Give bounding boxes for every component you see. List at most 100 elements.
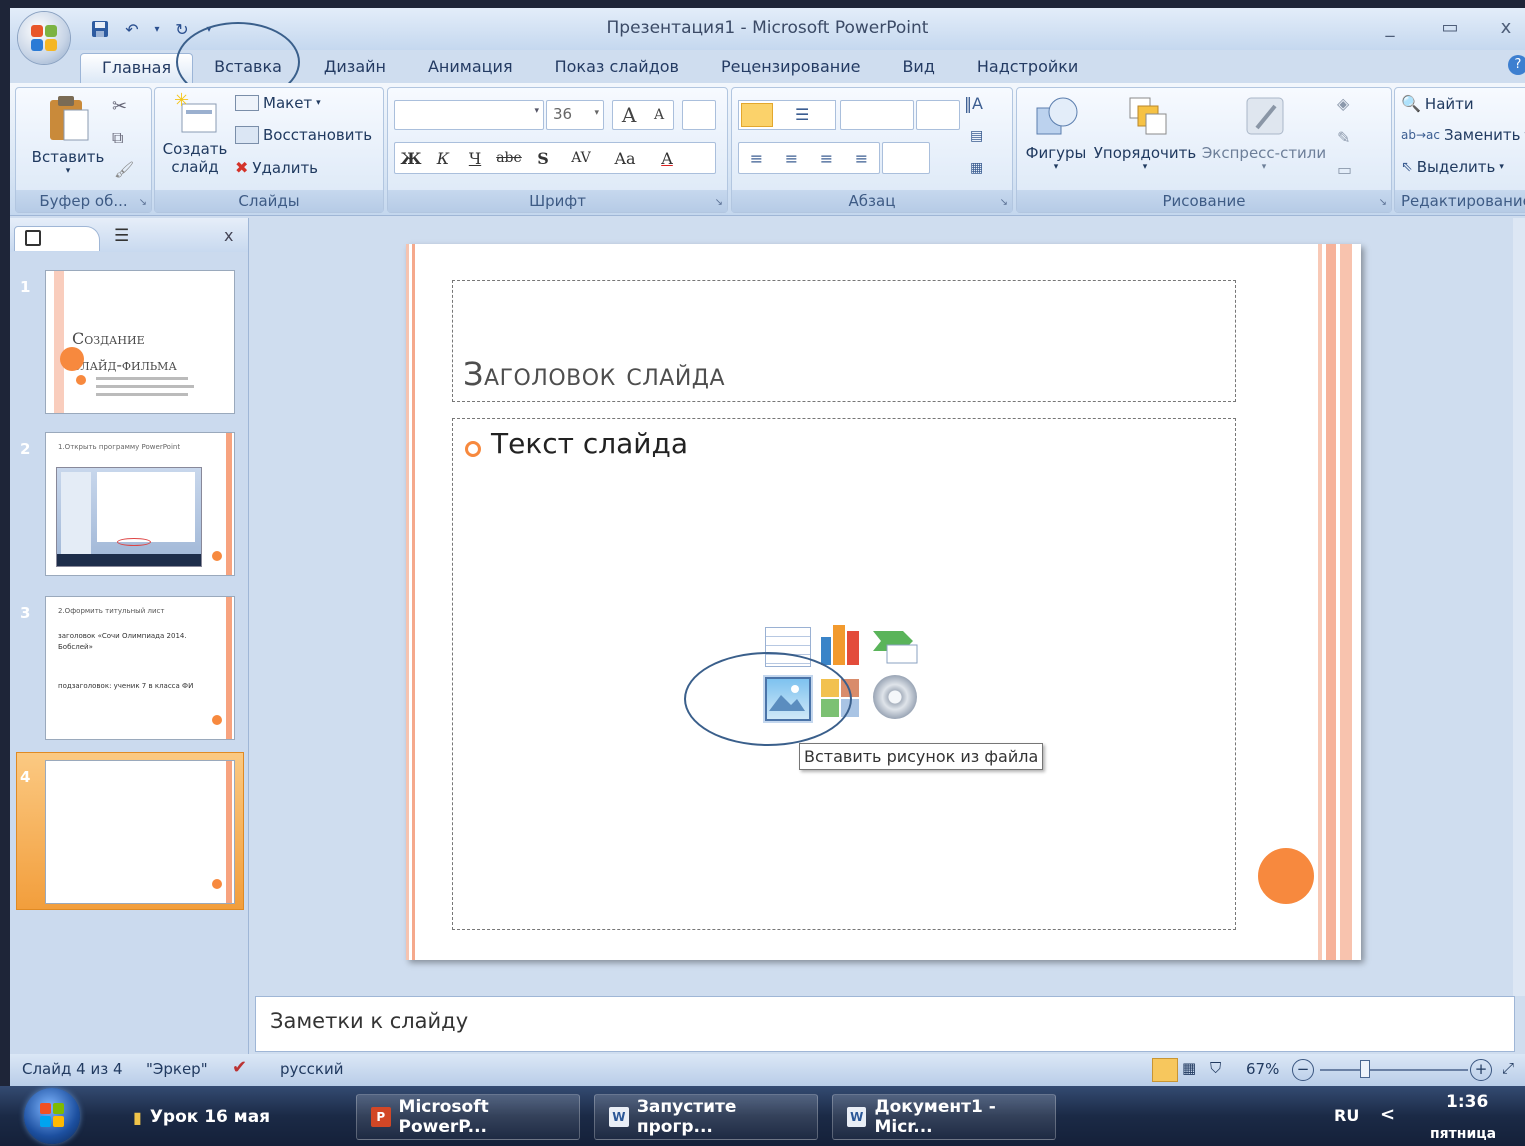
insert-chart-icon[interactable] <box>819 621 865 665</box>
shapes-button[interactable]: Фигуры ▾ <box>1021 94 1091 172</box>
undo-icon[interactable]: ↶ <box>120 18 144 40</box>
insert-media-clip-icon[interactable] <box>873 675 917 719</box>
tab-animation[interactable]: Анимация <box>407 53 534 83</box>
select-button[interactable]: ⇖ Выделить ▾ <box>1401 158 1504 176</box>
clock-day[interactable]: пятница <box>1430 1126 1496 1142</box>
vertical-scrollbar[interactable] <box>1513 218 1525 996</box>
close-pane-icon[interactable]: x <box>224 226 233 245</box>
slide-sorter-icon[interactable]: ▦ <box>1182 1059 1196 1077</box>
tab-review[interactable]: Рецензирование <box>700 53 881 83</box>
spell-check-icon[interactable]: ✔ <box>232 1057 247 1078</box>
tab-slide-show[interactable]: Показ слайдов <box>534 53 700 83</box>
paste-dropdown-icon: ▾ <box>65 166 71 176</box>
save-icon[interactable] <box>88 18 112 40</box>
paragraph-launcher-icon[interactable]: ↘ <box>1000 197 1008 208</box>
delete-slide-button[interactable]: ✖ Удалить <box>235 158 318 177</box>
char-spacing-button[interactable]: AV <box>559 150 603 166</box>
slide-thumbnail-2[interactable]: 1.Открыть программу PowerPoint <box>45 432 235 576</box>
paste-button[interactable]: Вставить ▾ <box>28 92 108 176</box>
clock-time[interactable]: 1:36 <box>1446 1092 1488 1112</box>
taskbar-item-word-1[interactable]: W Запустите прогр... <box>594 1094 818 1140</box>
indent-buttons[interactable] <box>840 100 914 130</box>
slide-thumbnail-3[interactable]: 2.Оформить титульный лист заголовок «Соч… <box>45 596 235 740</box>
slides-tab[interactable] <box>14 226 100 251</box>
align-center-button[interactable]: ≡ <box>785 149 798 168</box>
group-clipboard: Вставить ▾ ✂ ⧉ 🖌 Буфер об... ↘ <box>15 87 152 213</box>
slide-thumbnail-4[interactable] <box>45 760 235 904</box>
strikethrough-button[interactable]: abe <box>491 150 527 166</box>
find-button[interactable]: 🔍 Найти <box>1401 94 1474 113</box>
help-icon[interactable]: ? <box>1508 55 1525 75</box>
new-slide-button[interactable]: ✳ Создать слайд <box>159 90 231 176</box>
close-button[interactable]: x <box>1486 14 1525 40</box>
tab-addins[interactable]: Надстройки <box>956 53 1099 83</box>
font-size-combobox[interactable]: 36 ▾ <box>546 100 604 130</box>
smartart-icon <box>873 631 918 664</box>
bold-button[interactable]: Ж <box>395 149 427 168</box>
zoom-slider-thumb[interactable] <box>1360 1060 1370 1078</box>
align-text-icon[interactable]: ▤ <box>970 128 983 144</box>
align-left-button[interactable]: ≡ <box>750 149 763 168</box>
slide-show-icon[interactable]: ⛉ <box>1210 1059 1221 1077</box>
tab-view[interactable]: Вид <box>881 53 955 83</box>
font-color-button[interactable]: A <box>647 149 687 168</box>
taskbar-item-word-2[interactable]: W Документ1 - Micr... <box>832 1094 1056 1140</box>
layout-button[interactable]: Макет ▾ <box>235 94 321 112</box>
insert-smartart-icon[interactable] <box>873 627 919 665</box>
slide-thumbnail-1[interactable]: Создание слайд-фильма <box>45 270 235 414</box>
bullets-button[interactable] <box>741 103 773 127</box>
zoom-slider[interactable] <box>1320 1069 1468 1071</box>
minimize-button[interactable]: _ <box>1370 14 1410 40</box>
change-case-button[interactable]: Aa <box>603 149 647 168</box>
quick-styles-button[interactable]: Экспресс-стили ▾ <box>1201 94 1327 172</box>
shadow-button[interactable]: S <box>527 149 559 168</box>
arrange-button[interactable]: Упорядочить ▾ <box>1091 94 1199 172</box>
start-button[interactable] <box>24 1088 80 1144</box>
show-hidden-icons-icon[interactable]: < <box>1380 1104 1395 1125</box>
slide-canvas[interactable]: Заголовок слайда Текст слайда Вставить р… <box>406 244 1361 960</box>
select-cursor-icon: ⇖ <box>1401 159 1413 175</box>
copy-icon[interactable]: ⧉ <box>112 128 123 148</box>
line-spacing-button[interactable] <box>916 100 960 130</box>
clipboard-launcher-icon[interactable]: ↘ <box>139 197 147 208</box>
text-direction-icon[interactable]: ‖A <box>964 94 983 113</box>
taskbar-item-folder[interactable]: ▮ Урок 16 мая <box>118 1094 342 1140</box>
font-name-combobox[interactable]: ▾ <box>394 100 544 130</box>
language-indicator[interactable]: RU <box>1334 1106 1359 1125</box>
shape-effects-icon[interactable]: ▭ <box>1337 160 1352 179</box>
outline-tab[interactable]: ☰ <box>102 226 192 250</box>
clear-formatting-icon[interactable] <box>682 100 716 130</box>
zoom-out-icon[interactable]: − <box>1292 1059 1314 1081</box>
content-placeholder[interactable]: Текст слайда Вставить рисунок из файла <box>452 418 1236 930</box>
cut-icon[interactable]: ✂ <box>112 96 127 117</box>
shrink-font-button[interactable]: A <box>654 107 664 123</box>
smartart-convert-icon[interactable]: ▦ <box>970 160 983 176</box>
align-right-button[interactable]: ≡ <box>820 149 833 168</box>
italic-button[interactable]: К <box>427 149 459 168</box>
undo-dropdown-icon[interactable]: ▾ <box>152 18 162 40</box>
fit-to-window-icon[interactable]: ⤢ <box>1502 1059 1514 1077</box>
notes-pane[interactable]: Заметки к слайду <box>255 996 1515 1052</box>
font-launcher-icon[interactable]: ↘ <box>715 197 723 208</box>
reset-button[interactable]: Восстановить <box>235 126 372 144</box>
drawing-launcher-icon[interactable]: ↘ <box>1379 197 1387 208</box>
office-button[interactable] <box>18 12 70 64</box>
justify-button[interactable]: ≡ <box>855 149 868 168</box>
zoom-in-icon[interactable]: + <box>1470 1059 1492 1081</box>
numbering-button[interactable]: ☰ <box>795 105 809 124</box>
taskbar-item-powerpoint[interactable]: P Microsoft PowerP... <box>356 1094 580 1140</box>
language[interactable]: русский <box>280 1060 343 1078</box>
title-placeholder[interactable]: Заголовок слайда <box>452 280 1236 402</box>
zoom-level[interactable]: 67% <box>1246 1060 1279 1078</box>
shape-fill-icon[interactable]: ◈ <box>1337 94 1349 113</box>
format-painter-icon[interactable]: 🖌 <box>114 160 134 179</box>
underline-button[interactable]: Ч <box>459 149 491 168</box>
columns-button[interactable] <box>882 142 930 174</box>
replace-button[interactable]: ab→acЗаменить▾ <box>1401 126 1525 144</box>
shape-outline-icon[interactable]: ✎ <box>1337 128 1350 147</box>
restore-button[interactable]: ▭ <box>1430 14 1470 40</box>
tab-design[interactable]: Дизайн <box>303 53 407 83</box>
normal-view-icon[interactable] <box>1152 1058 1178 1082</box>
pane-tabs: ☰ x <box>10 218 248 252</box>
grow-font-button[interactable]: A <box>622 103 636 127</box>
